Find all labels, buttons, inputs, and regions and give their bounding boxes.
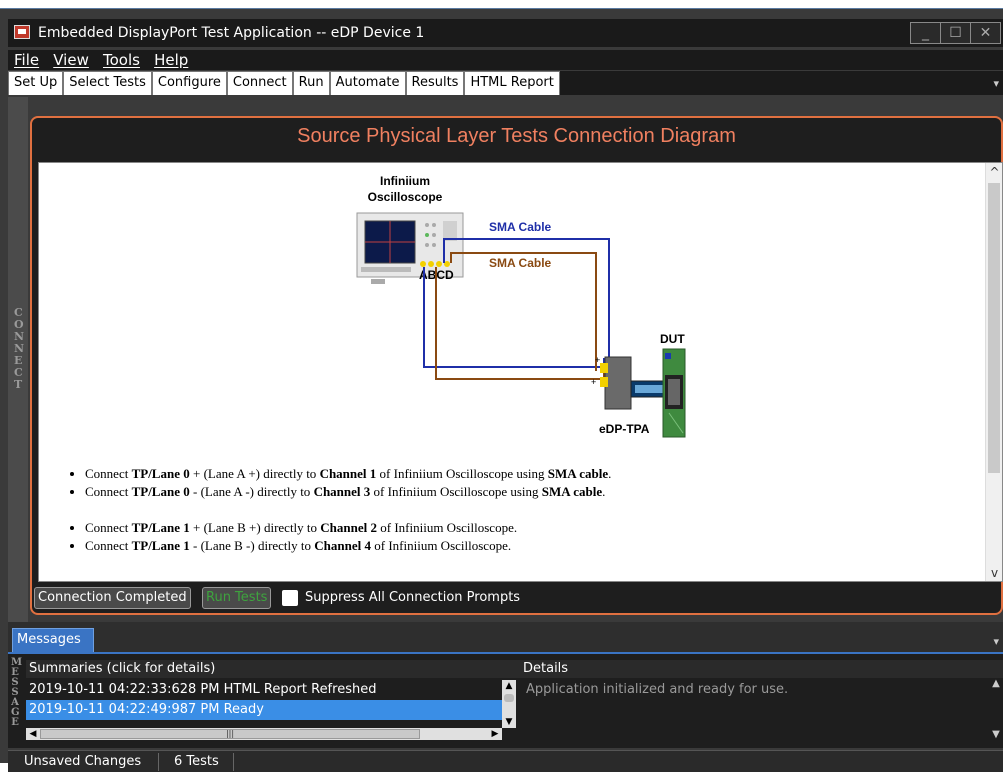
connection-panel: Source Physical Layer Tests Connection D…: [30, 116, 1003, 615]
scroll-thumb[interactable]: [988, 183, 1000, 473]
instruction-item: Connect TP/Lane 1 + (Lane B +) directly …: [85, 519, 611, 537]
suppress-prompts-label: Suppress All Connection Prompts: [305, 590, 521, 605]
status-bar: Unsaved Changes 6 Tests: [8, 750, 1003, 772]
messages-tab-bar: Messages ▾: [8, 622, 1003, 652]
scroll-left-icon[interactable]: ◀: [26, 728, 40, 740]
tab-configure[interactable]: Configure: [151, 71, 227, 95]
scroll-up-icon[interactable]: ▲: [502, 680, 516, 692]
details-scrollbar[interactable]: ▲ ▼: [989, 678, 1003, 742]
plus-label-1: +: [595, 355, 600, 365]
scope-label-1: Infiniium: [380, 174, 430, 188]
messages-side-label: MESSAGE: [11, 657, 23, 728]
instruction-item: Connect TP/Lane 0 + (Lane A +) directly …: [85, 465, 611, 483]
menu-help[interactable]: Help: [154, 50, 188, 70]
tab-html-report[interactable]: HTML Report: [464, 71, 560, 95]
close-button[interactable]: ✕: [970, 22, 1001, 44]
app-icon: [14, 25, 30, 39]
diagram-svg: Infiniium Oscilloscope ABCD SMA Cable SM…: [356, 174, 686, 438]
status-divider: [158, 753, 159, 771]
scroll-right-icon[interactable]: ▶: [488, 728, 502, 740]
dut-label: DUT: [660, 332, 685, 346]
cable-brown-upper: [450, 252, 597, 371]
scroll-up-icon[interactable]: ^: [986, 163, 1002, 180]
menu-view[interactable]: View: [53, 50, 89, 70]
run-tests-button[interactable]: Run Tests: [202, 587, 272, 609]
scroll-down-icon[interactable]: v: [986, 564, 1002, 581]
scroll-down-icon[interactable]: ▼: [502, 716, 516, 728]
panel-title: Source Physical Layer Tests Connection D…: [297, 125, 736, 147]
window-title: Embedded DisplayPort Test Application --…: [38, 25, 425, 41]
tab-run[interactable]: Run: [292, 71, 330, 95]
tab-messages[interactable]: Messages: [12, 628, 94, 652]
connect-side-label: CONNECT: [8, 97, 28, 622]
cable-brown-lower: [435, 267, 605, 380]
sma-cable-label-2: SMA Cable: [489, 256, 552, 270]
main-tab-bar: Set Up Select Tests Configure Connect Ru…: [8, 71, 1003, 95]
edp-tpa-label: eDP-TPA: [599, 422, 650, 436]
suppress-prompts-checkbox[interactable]: [282, 590, 298, 606]
tab-results[interactable]: Results: [405, 71, 465, 95]
scroll-thumb[interactable]: |||: [40, 729, 420, 739]
edp-tpa-fixture-icon: [600, 356, 672, 410]
plus-label-2: +: [591, 377, 596, 387]
diagram-scrollbar[interactable]: ^ v: [985, 163, 1002, 581]
messages-area: MESSAGE Summaries (click for details) De…: [8, 652, 1003, 748]
tab-set-up[interactable]: Set Up: [8, 71, 64, 95]
message-row-selected[interactable]: 2019-10-11 04:22:49:987 PM Ready: [26, 700, 502, 720]
title-bar: Embedded DisplayPort Test Application --…: [8, 19, 1003, 47]
minimize-button[interactable]: _: [910, 22, 941, 44]
connection-instructions: Connect TP/Lane 0 + (Lane A +) directly …: [77, 465, 611, 555]
summaries-header: Summaries (click for details): [26, 660, 520, 678]
menu-bar: File View Tools Help: [8, 50, 1003, 70]
summaries-vertical-scrollbar[interactable]: ▲ ▼: [502, 680, 516, 728]
unsaved-changes-status: Unsaved Changes: [24, 754, 142, 769]
details-header: Details: [520, 660, 1003, 678]
instruction-item: Connect TP/Lane 0 - (Lane A -) directly …: [85, 483, 611, 501]
cable-blue-lower: [423, 267, 605, 368]
tests-count-status: 6 Tests: [174, 754, 219, 769]
maximize-button[interactable]: ☐: [940, 22, 971, 44]
messages-overflow-icon[interactable]: ▾: [993, 635, 999, 648]
message-row[interactable]: 2019-10-11 04:22:33:628 PM HTML Report R…: [26, 680, 502, 700]
details-text: Application initialized and ready for us…: [526, 682, 789, 697]
menu-tools[interactable]: Tools: [103, 50, 140, 70]
dut-board-icon: [662, 348, 686, 438]
menu-file[interactable]: File: [14, 50, 39, 70]
sma-cable-label-1: SMA Cable: [489, 220, 552, 234]
connection-completed-button[interactable]: Connection Completed: [34, 587, 191, 609]
tab-select-tests[interactable]: Select Tests: [63, 71, 152, 95]
status-divider: [233, 753, 234, 771]
tab-automate[interactable]: Automate: [329, 71, 406, 95]
instruction-item: Connect TP/Lane 1 - (Lane B -) directly …: [85, 537, 611, 555]
connection-diagram: Infiniium Oscilloscope ABCD SMA Cable SM…: [38, 162, 1003, 582]
application-window: Embedded DisplayPort Test Application --…: [0, 8, 1003, 772]
tab-connect[interactable]: Connect: [226, 71, 293, 95]
panel-footer: Connection Completed Run Tests Suppress …: [32, 584, 1001, 613]
summaries-horizontal-scrollbar[interactable]: ◀ ||| ▶: [26, 728, 502, 740]
scope-label-2: Oscilloscope: [368, 190, 443, 204]
tab-overflow-icon[interactable]: ▾: [993, 77, 999, 90]
scroll-thumb[interactable]: [504, 694, 514, 702]
